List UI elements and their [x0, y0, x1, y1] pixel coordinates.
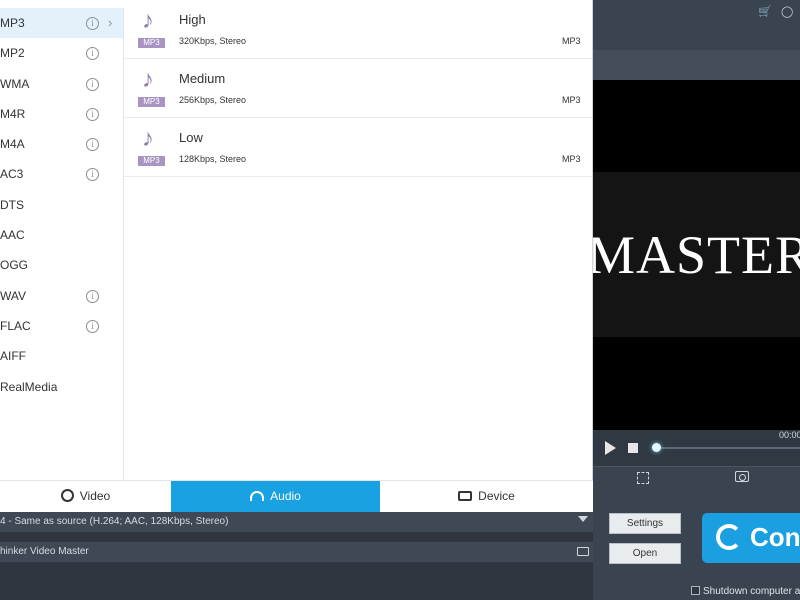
- video-reel-icon: [60, 489, 74, 502]
- format-item-label: WMA: [0, 76, 30, 91]
- format-item[interactable]: AIFF: [0, 341, 123, 371]
- video-preview: MASTERE: [593, 80, 800, 430]
- format-item[interactable]: WAV i: [0, 281, 123, 311]
- output-folder-bar[interactable]: hinker Video Master: [0, 542, 593, 562]
- info-icon[interactable]: i: [86, 319, 99, 333]
- format-item-label: AIFF: [0, 349, 26, 364]
- tab-video[interactable]: Video: [0, 481, 171, 512]
- format-item[interactable]: M4R i: [0, 99, 123, 129]
- tab-video-label: Video: [79, 489, 111, 503]
- format-category-list: MP3 i › MP2 i WMA i M4R i M4A i AC3 i DTS AAC OGG WAV i FL…: [0, 8, 124, 480]
- settings-button[interactable]: Settings: [609, 513, 681, 534]
- format-item-label: RealMedia: [0, 379, 58, 394]
- folder-icon[interactable]: [577, 547, 589, 556]
- info-icon[interactable]: i: [86, 168, 99, 182]
- shutdown-checkbox[interactable]: [691, 586, 700, 595]
- open-button[interactable]: Open: [609, 543, 681, 564]
- preset-item[interactable]: ♪ MP3 Medium 256Kbps, Stereo MP3: [124, 59, 592, 118]
- format-item[interactable]: AC3 i: [0, 159, 123, 189]
- format-item[interactable]: WMA i: [0, 69, 123, 99]
- preset-name: Low: [179, 130, 203, 145]
- music-note-icon: ♪: [142, 125, 154, 152]
- info-icon[interactable]: i: [86, 47, 99, 61]
- format-item-label: FLAC: [0, 318, 31, 333]
- format-item[interactable]: AAC: [0, 220, 123, 250]
- preset-detail: 128Kbps, Stereo: [179, 154, 247, 164]
- shutdown-option[interactable]: Shutdown computer a: [691, 586, 800, 597]
- info-icon[interactable]: i: [86, 107, 99, 121]
- format-item[interactable]: DTS: [0, 190, 123, 220]
- format-item-label: MP2: [0, 46, 25, 61]
- tab-audio[interactable]: Audio: [171, 481, 380, 512]
- stop-icon[interactable]: [628, 443, 638, 453]
- output-profile-bar[interactable]: 4 - Same as source (H.264; AAC, 128Kbps,…: [0, 512, 593, 532]
- preset-name: High: [179, 12, 206, 27]
- preset-format: MP3: [562, 95, 581, 105]
- preset-detail: 320Kbps, Stereo: [179, 36, 247, 46]
- music-note-icon: ♪: [142, 7, 154, 34]
- format-item-label: AC3: [0, 167, 24, 182]
- camera-icon[interactable]: [735, 471, 749, 482]
- convert-icon: [716, 524, 742, 550]
- title-bar: 🛒 ◯: [593, 0, 800, 50]
- progress-track[interactable]: [655, 447, 800, 449]
- output-profile-text: 4 - Same as source (H.264; AAC, 128Kbps,…: [0, 516, 229, 527]
- preset-item[interactable]: ♪ MP3 Low 128Kbps, Stereo MP3: [124, 118, 592, 177]
- preset-detail: 256Kbps, Stereo: [179, 95, 247, 105]
- time-label: 00:00: [779, 430, 800, 440]
- main-window: 🛒 ◯ MASTERE 00:00 Settings Open Con Shut…: [593, 0, 800, 600]
- format-item[interactable]: FLAC i: [0, 311, 123, 341]
- convert-button[interactable]: Con: [702, 513, 800, 563]
- preview-title: MASTERE: [593, 225, 800, 285]
- format-item[interactable]: OGG: [0, 250, 123, 280]
- format-popup: MP3 i › MP2 i WMA i M4R i M4A i AC3 i DTS AAC OGG WAV i FL…: [0, 0, 593, 512]
- format-item[interactable]: M4A i: [0, 129, 123, 159]
- format-item-label: DTS: [0, 197, 24, 212]
- progress-handle[interactable]: [652, 443, 661, 452]
- format-item-label: MP3: [0, 16, 25, 30]
- preset-format: MP3: [562, 36, 581, 46]
- play-icon[interactable]: [605, 441, 616, 455]
- format-item-label: WAV: [0, 288, 26, 303]
- format-item[interactable]: MP3 i ›: [0, 8, 123, 39]
- info-icon[interactable]: i: [86, 17, 99, 30]
- format-item-label: M4R: [0, 106, 26, 121]
- format-tab-bar: Video Audio Device: [0, 480, 593, 512]
- info-icon[interactable]: i: [86, 138, 99, 152]
- format-tag: MP3: [138, 156, 165, 166]
- sub-toolbar: [593, 50, 800, 80]
- convert-label: Con: [750, 522, 800, 552]
- chevron-right-icon: ›: [108, 15, 113, 30]
- format-item-label: AAC: [0, 228, 25, 243]
- format-item-label: M4A: [0, 137, 25, 152]
- format-tag: MP3: [138, 97, 165, 107]
- user-icon[interactable]: ◯: [781, 5, 793, 18]
- format-item[interactable]: RealMedia: [0, 372, 123, 402]
- preset-list: ♪ MP3 High 320Kbps, Stereo MP3 ♪ MP3 Medium 256K…: [124, 0, 592, 480]
- headphones-icon: [250, 491, 265, 501]
- format-tag: MP3: [138, 38, 165, 48]
- info-icon[interactable]: i: [86, 77, 99, 91]
- format-item[interactable]: MP2 i: [0, 38, 123, 68]
- preview-tools: [593, 466, 800, 494]
- tab-device-label: Device: [478, 489, 515, 503]
- preset-item[interactable]: ♪ MP3 High 320Kbps, Stereo MP3: [124, 0, 592, 59]
- shutdown-label: Shutdown computer a: [703, 586, 800, 597]
- format-item-label: OGG: [0, 258, 29, 273]
- music-note-icon: ♪: [142, 66, 154, 93]
- tab-audio-label: Audio: [270, 489, 301, 503]
- player-controls: 00:00: [593, 430, 800, 466]
- device-icon: [458, 491, 473, 501]
- chevron-down-icon[interactable]: [578, 516, 588, 522]
- preset-format: MP3: [562, 154, 581, 164]
- preset-name: Medium: [179, 71, 226, 86]
- tab-device[interactable]: Device: [380, 481, 593, 512]
- output-folder-text: hinker Video Master: [0, 546, 89, 557]
- cart-icon[interactable]: 🛒: [758, 5, 772, 18]
- crop-icon[interactable]: [637, 472, 649, 484]
- info-icon[interactable]: i: [86, 289, 99, 303]
